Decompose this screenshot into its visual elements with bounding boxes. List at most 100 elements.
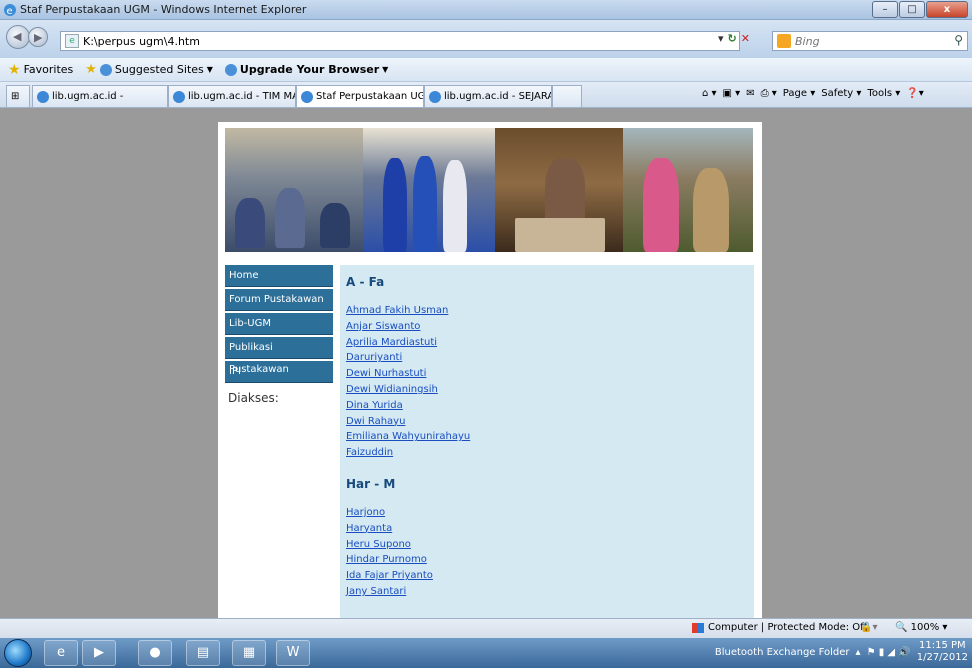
- chevron-down-icon: ▼: [382, 65, 389, 74]
- taskbar-word-icon[interactable]: W: [276, 640, 310, 666]
- star-icon: ★: [8, 61, 21, 78]
- safety-menu-label: Safety: [821, 88, 854, 99]
- favorites-bar: ★ Favorites ★ Suggested Sites ▼ Upgrade …: [0, 58, 972, 82]
- favorites-button[interactable]: ★ Favorites: [8, 62, 73, 78]
- address-bar[interactable]: e K:\perpus ugm\4.htm: [60, 31, 740, 51]
- staff-link[interactable]: Dina Yurida: [346, 398, 748, 414]
- ie-page-icon: [173, 90, 185, 103]
- suggested-sites-button[interactable]: ★ Suggested Sites ▼: [85, 62, 213, 77]
- forward-arrow-icon: ▶: [34, 31, 43, 44]
- taskbar-firefox-icon[interactable]: ●: [138, 640, 172, 666]
- ie-page-icon: [37, 90, 49, 103]
- system-tray: Bluetooth Exchange Folder ▴ ⚑ ▮ ◢ 🔊 11:1…: [715, 640, 968, 664]
- protected-mode-icon[interactable]: 🔒▾: [860, 622, 877, 633]
- zoom-level[interactable]: 🔍 100% ▾: [895, 622, 947, 633]
- staff-link[interactable]: Emiliana Wahyunirahayu: [346, 429, 748, 445]
- staff-link[interactable]: Harjono: [346, 505, 748, 521]
- navigation-bar: ◀ ▶ e K:\perpus ugm\4.htm ▾ ↻ ✕ ⚲: [0, 20, 972, 58]
- tools-menu-label: Tools: [867, 88, 893, 99]
- clock[interactable]: 11:15 PM 1/27/2012: [917, 640, 968, 664]
- dropdown-icon[interactable]: ▾: [718, 32, 724, 45]
- status-bar: Computer | Protected Mode: Off 🔒▾ 🔍 100%…: [0, 618, 972, 638]
- tab-staf-perpustakaan[interactable]: Staf Perpustakaan UGM x: [296, 85, 424, 107]
- staff-link[interactable]: Ida Fajar Priyanto: [346, 568, 748, 584]
- staff-link[interactable]: Jany Santari: [346, 584, 748, 600]
- section-heading: Har - M: [346, 476, 396, 491]
- page-menu[interactable]: Page ▾: [783, 88, 815, 99]
- staff-link[interactable]: Haryanta: [346, 521, 748, 537]
- search-input[interactable]: [795, 34, 945, 48]
- mail-icon[interactable]: ✉: [746, 88, 754, 99]
- tools-menu[interactable]: Tools ▾: [867, 88, 900, 99]
- upgrade-browser-button[interactable]: Upgrade Your Browser ▼: [224, 63, 389, 76]
- address-url: K:\perpus ugm\4.htm: [83, 34, 200, 48]
- nav-lib-ugm[interactable]: Lib-UGM: [225, 313, 333, 335]
- staff-link[interactable]: Hindar Purnomo: [346, 552, 748, 568]
- help-icon[interactable]: ❓▾: [906, 88, 923, 99]
- nav-publikasi-pustakawan[interactable]: Publikasi Pustakawan: [225, 337, 333, 375]
- taskbar-folder-icon[interactable]: ▤: [186, 640, 220, 666]
- zone-label: Computer | Protected Mode: Off: [708, 622, 868, 633]
- taskbar-calendar-icon[interactable]: ▦: [232, 640, 266, 666]
- tab-label: lib.ugm.ac.id - TIM MANA...: [188, 91, 295, 102]
- security-zone[interactable]: Computer | Protected Mode: Off: [692, 622, 867, 633]
- close-button[interactable]: x: [926, 1, 968, 18]
- minimize-button[interactable]: –: [872, 1, 898, 18]
- tray-arrow-icon[interactable]: ▴: [856, 647, 861, 658]
- tray-text[interactable]: Bluetooth Exchange Folder: [715, 647, 850, 658]
- window-title: Staf Perpustakaan UGM - Windows Internet…: [20, 3, 307, 16]
- stop-icon[interactable]: ✕: [741, 32, 750, 45]
- banner-photo-library: [495, 128, 623, 252]
- nav-home[interactable]: Home: [225, 265, 333, 287]
- tab-tim-manajemen[interactable]: lib.ugm.ac.id - TIM MANA...: [168, 85, 296, 107]
- title-bar: e Staf Perpustakaan UGM - Windows Intern…: [0, 0, 972, 20]
- zone-flag-icon: [692, 622, 704, 633]
- new-tab-button[interactable]: [552, 85, 582, 107]
- tab-sejarah[interactable]: lib.ugm.ac.id - SEJARAH: [424, 85, 552, 107]
- upgrade-browser-label: Upgrade Your Browser: [239, 63, 380, 76]
- staff-link[interactable]: Anjar Siswanto: [346, 319, 748, 335]
- staff-link[interactable]: Ahmad Fakih Usman: [346, 303, 748, 319]
- staff-link[interactable]: Dewi Nurhastuti: [346, 366, 748, 382]
- search-icon[interactable]: ⚲: [954, 33, 963, 47]
- page-menu-label: Page: [782, 88, 808, 99]
- header-banner: [225, 128, 753, 252]
- banner-photo-people: [623, 128, 753, 252]
- maximize-button[interactable]: □: [899, 1, 925, 18]
- staff-link[interactable]: Faizuddin: [346, 445, 748, 461]
- nav-forum-pustakawan[interactable]: Forum Pustakawan: [225, 289, 333, 311]
- safety-menu[interactable]: Safety ▾: [821, 88, 861, 99]
- search-box[interactable]: ⚲: [772, 31, 968, 51]
- staff-link[interactable]: Heru Supono: [346, 537, 748, 553]
- quick-tabs-icon: ⊞: [11, 91, 20, 102]
- quick-tabs-button[interactable]: ⊞: [6, 85, 30, 107]
- side-navigation: Home Forum Pustakawan Lib-UGM Publikasi …: [225, 265, 333, 405]
- back-button[interactable]: ◀: [6, 25, 30, 49]
- forward-button[interactable]: ▶: [28, 27, 48, 47]
- page-icon: e: [65, 34, 79, 48]
- home-icon[interactable]: ⌂ ▾: [702, 88, 717, 99]
- taskbar-ie-icon[interactable]: e: [44, 640, 78, 666]
- staff-link[interactable]: Dwi Rahayu: [346, 414, 748, 430]
- tab-label: Staf Perpustakaan UGM: [316, 91, 424, 102]
- suggested-sites-label: Suggested Sites: [114, 63, 204, 76]
- tab-label: lib.ugm.ac.id -: [52, 91, 124, 102]
- feeds-icon[interactable]: ▣ ▾: [723, 88, 741, 99]
- start-button[interactable]: [4, 639, 32, 667]
- tab-lib-ugm[interactable]: lib.ugm.ac.id -: [32, 85, 168, 107]
- ie-page-icon: [99, 63, 112, 76]
- zoom-label: 100%: [910, 622, 940, 633]
- ie-page-icon: [224, 63, 237, 76]
- clock-date: 1/27/2012: [916, 652, 968, 663]
- back-arrow-icon: ◀: [13, 30, 22, 43]
- tray-icons[interactable]: ⚑ ▮ ◢ 🔊: [867, 647, 911, 658]
- tab-label: lib.ugm.ac.id - SEJARAH: [444, 91, 552, 102]
- staff-link[interactable]: Aprilia Mardiastuti: [346, 335, 748, 351]
- taskbar-media-icon[interactable]: ▶: [82, 640, 116, 666]
- refresh-icon[interactable]: ↻: [728, 32, 737, 45]
- clock-time: 11:15 PM: [919, 640, 966, 651]
- staff-link[interactable]: Dewi Widianingsih: [346, 382, 748, 398]
- staff-link[interactable]: Daruriyanti: [346, 350, 748, 366]
- svg-text:e: e: [7, 6, 13, 17]
- print-icon[interactable]: ⎙ ▾: [761, 88, 777, 99]
